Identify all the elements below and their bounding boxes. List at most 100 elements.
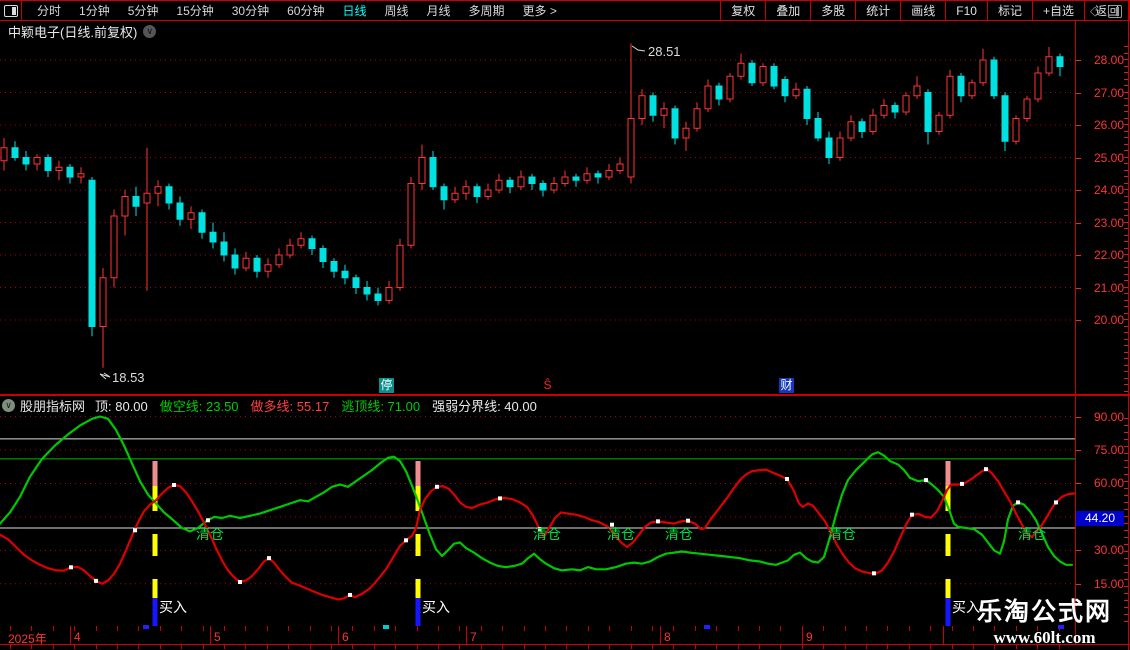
month-divider	[70, 626, 71, 644]
event-s-flag[interactable]: Ŝ	[540, 378, 555, 393]
week-tick	[310, 626, 311, 631]
week-tick	[845, 626, 846, 631]
price-tick-label: 27.00	[1093, 85, 1124, 100]
week-tick-lower	[438, 645, 439, 649]
indicator-tick-label: 15.00	[1093, 576, 1124, 591]
indicator-tick-label: 30.00	[1093, 543, 1124, 558]
month-label-7: 7	[470, 630, 477, 644]
month-label-9: 9	[806, 630, 813, 644]
indicator-collapse-icon[interactable]: ∨	[2, 399, 15, 412]
week-tick	[695, 626, 696, 631]
week-tick-lower	[331, 645, 332, 649]
month-divider	[338, 626, 339, 644]
month-divider	[210, 626, 211, 644]
week-tick-lower	[759, 645, 760, 649]
clear-position-label: 清仓	[607, 526, 635, 542]
diamond-icon[interactable]: ◇	[1090, 3, 1100, 19]
indicator-values: 顶: 80.00 做空线: 23.50 做多线: 55.17 逃顶线: 71.00 强弱…	[95, 396, 549, 415]
low-annotation-arrow	[99, 372, 111, 380]
period-tab-15min[interactable]: 15分钟	[167, 2, 222, 19]
week-tick	[930, 626, 931, 631]
indicator-field-long-line: 做多线: 55.17	[250, 399, 330, 414]
indicator-field-escape-top-line: 逃顶线: 71.00	[341, 399, 421, 414]
toolbar-button-draw-line[interactable]: 画线	[900, 1, 945, 20]
toolbar-button-fuquan[interactable]: 复权	[720, 1, 765, 20]
period-tab-fenshi[interactable]: 分时	[28, 2, 70, 19]
week-tick	[759, 626, 760, 631]
week-tick-lower	[267, 645, 268, 649]
week-tick	[288, 626, 289, 631]
toolbar-button-stats[interactable]: 统计	[855, 1, 900, 20]
indicator-header: ∨ 股朋指标网 顶: 80.00 做空线: 23.50 做多线: 55.17 逃顶线:…	[0, 397, 1075, 414]
low-annotation: 18.53	[112, 370, 145, 385]
week-tick	[609, 626, 610, 631]
trading-app-window: 分时 1分钟 5分钟 15分钟 30分钟 60分钟 日线 周线 月线 多周期 更多 > 复权 叠加 多股…	[0, 0, 1130, 650]
month-divider	[660, 626, 661, 644]
clear-position-label: 清仓	[665, 526, 693, 542]
toolbar-button-overlay[interactable]: 叠加	[765, 1, 810, 20]
week-tick-lower	[288, 645, 289, 649]
month-label-5: 5	[214, 630, 221, 644]
clear-position-label: 清仓	[196, 526, 224, 542]
week-tick-lower	[31, 645, 32, 649]
layout-icon[interactable]	[0, 1, 22, 20]
indicator-name: 股朋指标网	[20, 399, 86, 414]
event-finance[interactable]: 财	[779, 378, 794, 393]
price-tick-label: 20.00	[1093, 313, 1124, 327]
period-tab-more[interactable]: 更多 >	[514, 2, 566, 19]
week-tick-lower	[609, 645, 610, 649]
right-border	[1128, 0, 1129, 650]
week-tick	[823, 626, 824, 631]
event-suspend[interactable]: 停	[379, 378, 394, 393]
watermark-url: www.60lt.com	[993, 628, 1096, 647]
period-tab-60min[interactable]: 60分钟	[278, 2, 333, 19]
month-label-4: 4	[74, 630, 81, 644]
period-tab-5min[interactable]: 5分钟	[119, 2, 168, 19]
clear-position-label: 清仓	[1018, 526, 1046, 542]
week-tick	[224, 626, 225, 631]
current-value-badge: 44.20	[1076, 511, 1124, 526]
week-tick	[395, 626, 396, 631]
month-divider	[466, 626, 467, 644]
week-tick-lower	[481, 645, 482, 649]
period-tab-daily[interactable]: 日线	[333, 2, 375, 19]
week-tick-lower	[374, 645, 375, 649]
scale-border	[1075, 21, 1076, 645]
week-tick	[952, 626, 953, 631]
candlestick-chart[interactable]: 28.51 18.53	[0, 42, 1076, 394]
high-annotation-arrow	[631, 45, 646, 52]
week-tick	[96, 626, 97, 631]
toolbar-button-mark[interactable]: 标记	[986, 1, 1032, 20]
week-tick	[481, 626, 482, 631]
week-tick	[566, 626, 567, 631]
period-tabs: 分时 1分钟 5分钟 15分钟 30分钟 60分钟 日线 周线 月线 多周期 更多 >	[22, 2, 566, 19]
chevron-down-icon[interactable]: ∨	[143, 25, 157, 38]
week-tick-lower	[395, 645, 396, 649]
week-tick-lower	[780, 645, 781, 649]
watermark: 乐淘公式网 www.60lt.com	[977, 592, 1112, 648]
period-tab-monthly[interactable]: 月线	[418, 2, 460, 19]
week-tick	[438, 626, 439, 631]
indicator-field-strength-divider: 强弱分界线: 40.00	[432, 399, 537, 414]
toolbar-button-multi-stock[interactable]: 多股	[810, 1, 855, 20]
week-tick	[673, 626, 674, 631]
week-tick	[74, 626, 75, 631]
period-tab-30min[interactable]: 30分钟	[223, 2, 278, 19]
week-tick	[909, 626, 910, 631]
week-tick-lower	[845, 645, 846, 649]
toolbar-button-f10[interactable]: F10	[945, 1, 987, 20]
period-tab-1min[interactable]: 1分钟	[70, 2, 119, 19]
toolbar-button-add-watchlist[interactable]: +自选	[1031, 1, 1084, 20]
high-annotation: 28.51	[648, 44, 681, 59]
year-label: 2025年	[8, 632, 47, 646]
week-tick	[31, 626, 32, 631]
panel-toggle-icon[interactable]	[1108, 4, 1122, 18]
period-tab-multi-period[interactable]: 多周期	[460, 2, 514, 19]
week-tick	[973, 626, 974, 631]
period-tab-weekly[interactable]: 周线	[375, 2, 417, 19]
week-tick-lower	[652, 645, 653, 649]
indicator-field-short-line: 做空线: 23.50	[159, 399, 239, 414]
indicator-chart[interactable]: 买入 买入 买入 清仓 清仓 清仓 清仓 清仓 清仓	[0, 414, 1076, 626]
axis-line	[0, 644, 1130, 645]
indicator-tick-label: 75.00	[1093, 443, 1124, 457]
